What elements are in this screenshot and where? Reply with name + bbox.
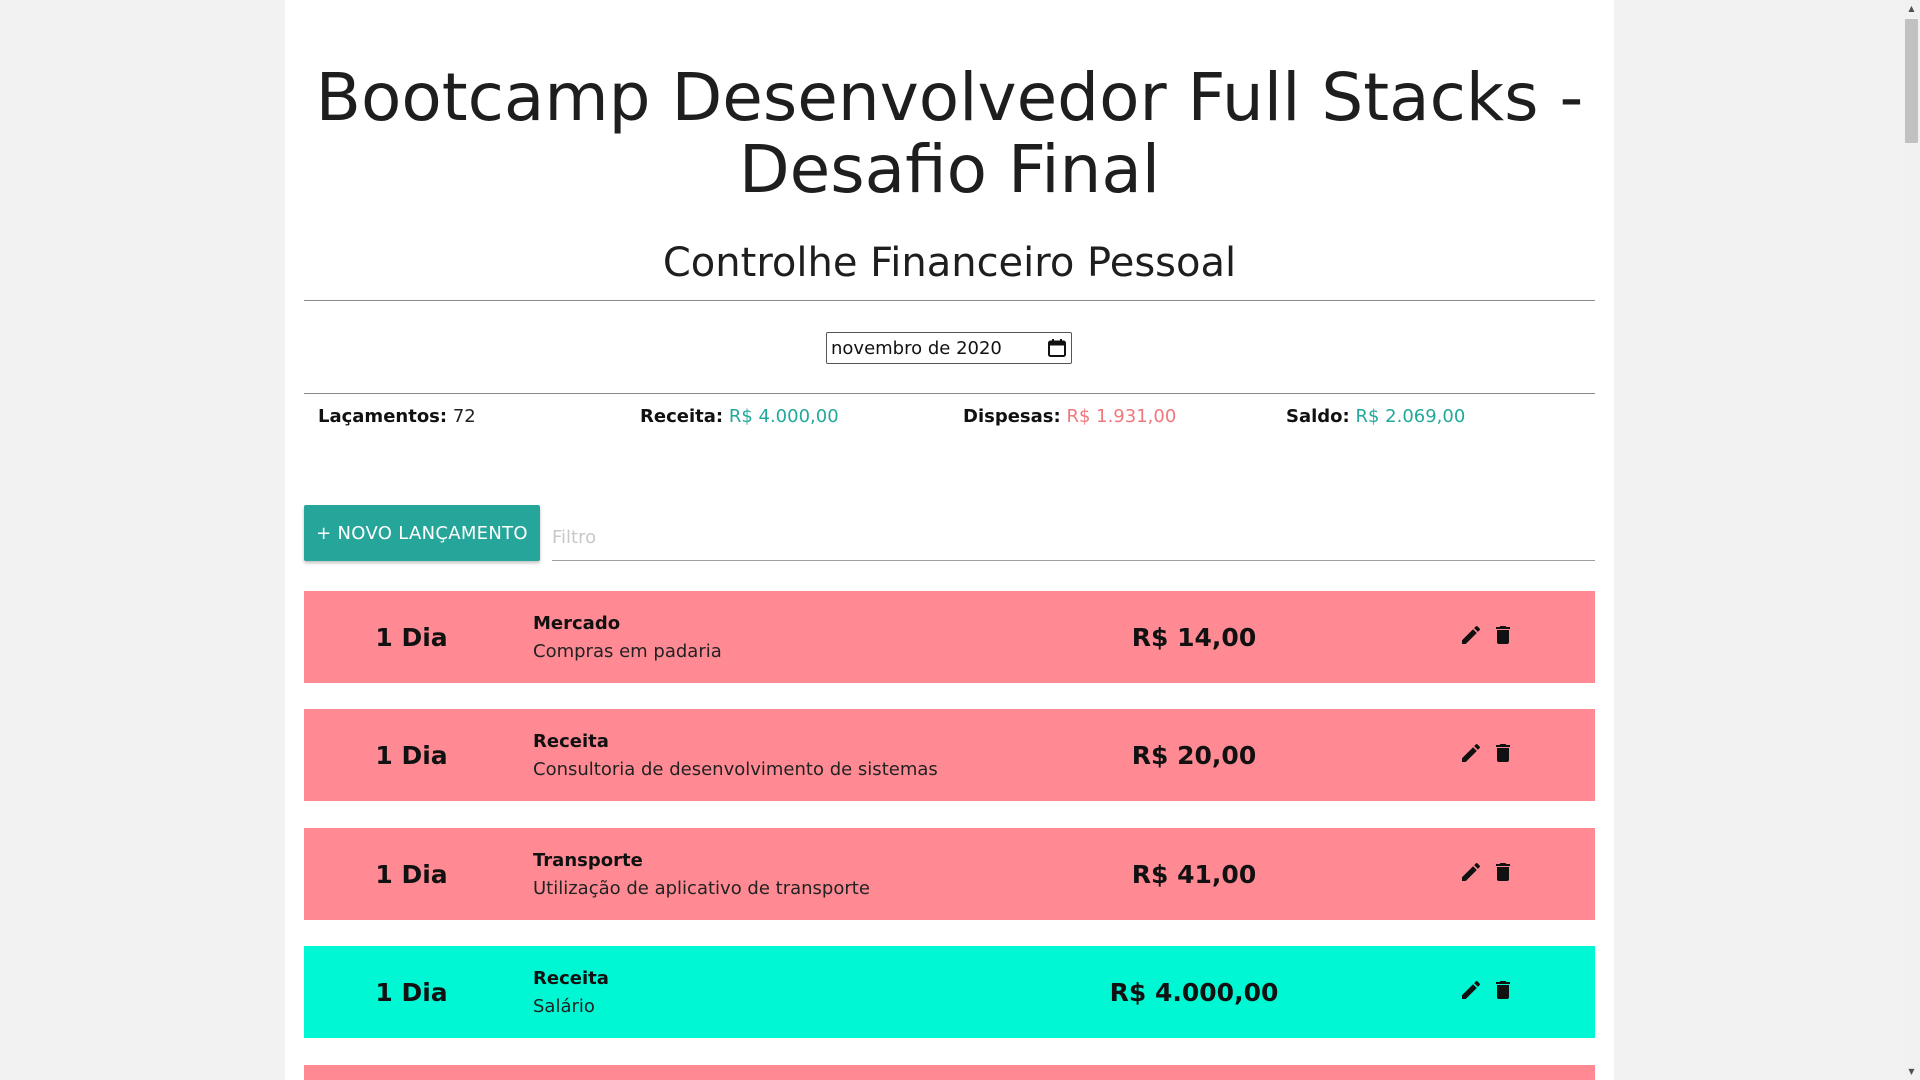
vertical-scrollbar[interactable]: ▲ ▼	[1903, 0, 1920, 1080]
summary-bar: Laçamentos: 72 Receita: R$ 4.000,00 Disp…	[304, 406, 1595, 434]
page-container: Bootcamp Desenvolvedor Full Stacks - Des…	[285, 0, 1614, 1080]
summary-balance: Saldo: R$ 2.069,00	[1286, 406, 1465, 427]
summary-launches: Laçamentos: 72	[318, 406, 476, 427]
income-value: R$ 4.000,00	[728, 406, 839, 427]
trash-icon[interactable]	[1491, 623, 1515, 647]
trash-icon[interactable]	[1491, 860, 1515, 884]
transaction-row: 1 Dia Receita Salário R$ 4.000,00	[304, 946, 1595, 1038]
transaction-amount: R$ 4.000,00	[1109, 977, 1279, 1007]
page-title: Bootcamp Desenvolvedor Full Stacks - Des…	[315, 59, 1584, 208]
trash-icon[interactable]	[1491, 741, 1515, 765]
launches-label: Laçamentos:	[318, 406, 448, 427]
transaction-row-partial	[304, 1065, 1595, 1080]
transaction-day: 1 Dia	[375, 859, 448, 889]
calendar-icon[interactable]	[1047, 338, 1067, 358]
transaction-category: Receita	[533, 968, 609, 989]
picker-divider	[304, 393, 1595, 394]
transaction-row: 1 Dia Mercado Compras em padaria R$ 14,0…	[304, 591, 1595, 683]
transaction-day: 1 Dia	[375, 622, 448, 652]
transaction-amount: R$ 41,00	[1131, 859, 1257, 889]
header-divider	[304, 300, 1595, 301]
expenses-label: Dispesas:	[963, 406, 1061, 427]
income-label: Receita:	[640, 406, 724, 427]
transaction-category: Transporte	[533, 850, 643, 871]
transaction-description: Utilização de aplicativo de transporte	[533, 878, 870, 899]
page-subtitle: Controlhe Financeiro Pessoal	[662, 240, 1237, 286]
balance-value: R$ 2.069,00	[1355, 406, 1466, 427]
transaction-category: Mercado	[533, 613, 621, 634]
transaction-day: 1 Dia	[375, 740, 448, 770]
month-picker-value: novembro de 2020	[831, 337, 1002, 359]
trash-icon[interactable]	[1491, 978, 1515, 1002]
pencil-icon[interactable]	[1459, 978, 1483, 1002]
scroll-down-arrow-icon[interactable]: ▼	[1903, 1063, 1920, 1080]
row-actions	[1459, 978, 1515, 1002]
filter-input[interactable]	[552, 515, 1595, 561]
month-picker[interactable]: novembro de 2020	[826, 332, 1072, 364]
balance-label: Saldo:	[1286, 406, 1350, 427]
pencil-icon[interactable]	[1459, 623, 1483, 647]
transaction-description: Salário	[533, 996, 595, 1017]
summary-expenses: Dispesas: R$ 1.931,00	[963, 406, 1176, 427]
pencil-icon[interactable]	[1459, 860, 1483, 884]
transaction-amount: R$ 20,00	[1131, 740, 1257, 770]
transaction-description: Compras em padaria	[533, 641, 722, 662]
transaction-day: 1 Dia	[375, 977, 448, 1007]
scroll-thumb[interactable]	[1905, 19, 1918, 143]
launches-value: 72	[452, 406, 476, 427]
new-transaction-button[interactable]: + NOVO LANÇAMENTO	[304, 505, 540, 561]
pencil-icon[interactable]	[1459, 741, 1483, 765]
expenses-value: R$ 1.931,00	[1066, 406, 1177, 427]
transaction-row: 1 Dia Transporte Utilização de aplicativ…	[304, 828, 1595, 920]
summary-income: Receita: R$ 4.000,00	[640, 406, 839, 427]
transaction-description: Consultoria de desenvolvimento de sistem…	[533, 759, 938, 780]
row-actions	[1459, 860, 1515, 884]
row-actions	[1459, 623, 1515, 647]
transaction-category: Receita	[533, 731, 609, 752]
transaction-row: 1 Dia Receita Consultoria de desenvolvim…	[304, 709, 1595, 801]
row-actions	[1459, 741, 1515, 765]
scroll-up-arrow-icon[interactable]: ▲	[1903, 0, 1920, 17]
transaction-amount: R$ 14,00	[1131, 622, 1257, 652]
